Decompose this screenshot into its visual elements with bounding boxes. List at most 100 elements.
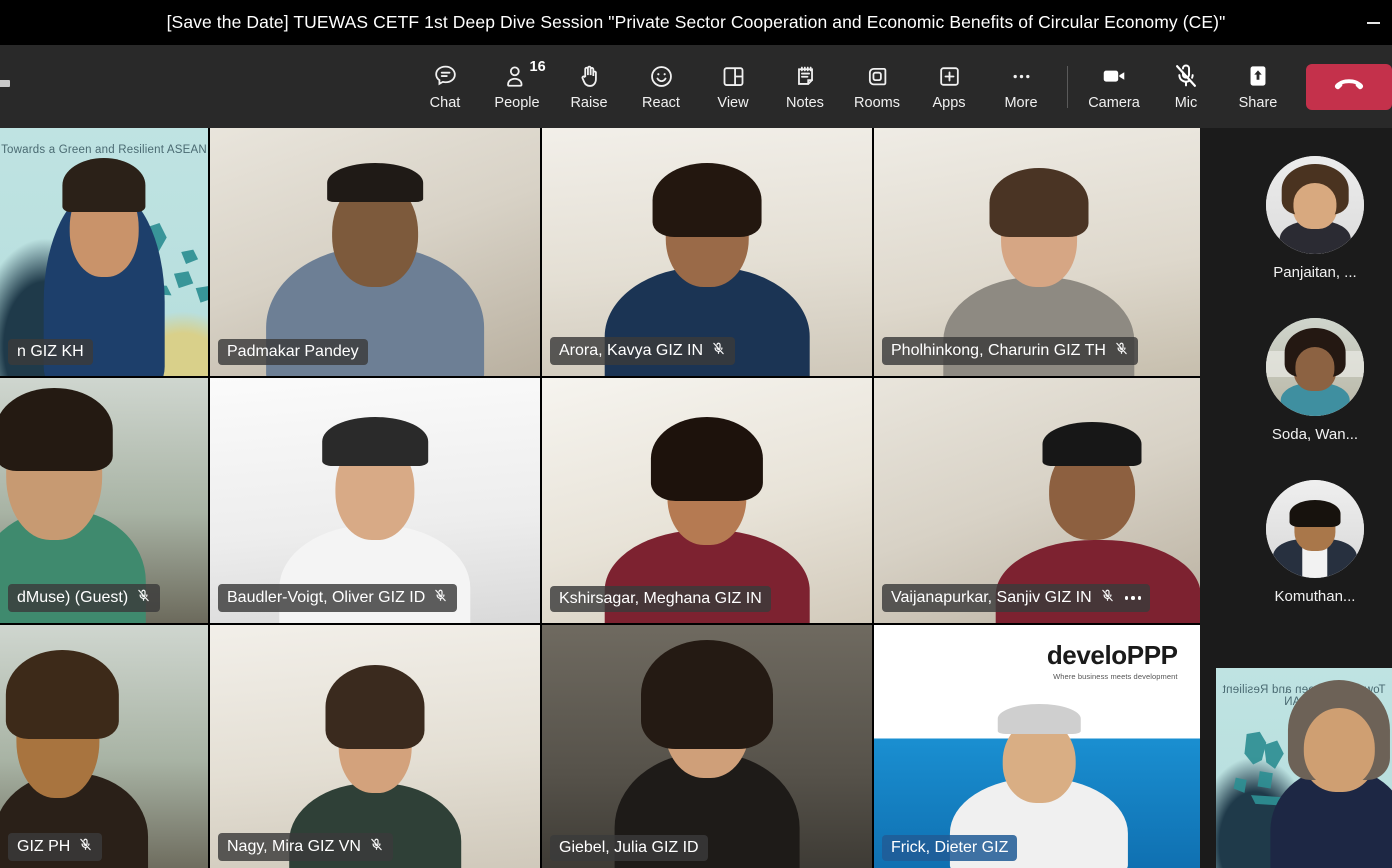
tile-name-pill: Arora, Kavya GIZ IN [550,337,736,365]
participant-name: Vaijanapurkar, Sanjiv GIZ IN [891,588,1092,606]
participant-hair [0,387,113,472]
participant-name: Nagy, Mira GIZ VN [227,837,361,855]
share-button[interactable]: Share [1222,51,1294,123]
video-tile-active-speaker[interactable]: Giebel, Julia GIZ ID [542,625,872,868]
rail-overflow-video-tile[interactable]: Towards a Green and Resilient ASEAN [1216,668,1392,868]
breakout-rooms-button[interactable]: Rooms [841,51,913,123]
collapsed-panel-handle[interactable] [0,80,10,87]
people-button[interactable]: 16 People [481,51,553,123]
participant-hair [652,162,762,238]
apps-button[interactable]: Apps [913,51,985,123]
video-tile[interactable]: Pholhinkong, Charurin GIZ TH [874,128,1200,376]
camera-icon [1100,62,1128,90]
participant-name: GIZ PH [17,837,71,855]
video-tile[interactable]: Arora, Kavya GIZ IN [542,128,872,376]
mic-off-icon [1114,341,1129,361]
rail-participant[interactable]: Komuthan... [1200,480,1392,642]
tile-video-frame [542,625,872,868]
participant-name: dMuse) (Guest) [17,588,129,606]
view-label: View [717,95,749,112]
participant-hair [997,704,1081,734]
video-tile[interactable]: Nagy, Mira GIZ VN [210,625,540,868]
tile-name-pill: dMuse) (Guest) [8,584,161,612]
tile-name-pill: Nagy, Mira GIZ VN [218,833,393,861]
react-button[interactable]: React [625,51,697,123]
people-icon: 16 [504,60,546,90]
chat-label: Chat [429,95,461,112]
mic-off-icon [433,588,448,608]
leave-call-button[interactable] [1306,63,1392,110]
participant-headset [322,417,428,467]
chat-icon [432,62,459,90]
avatar [1266,318,1364,416]
share-arrow-icon [1244,62,1272,90]
apps-plus-icon [936,62,963,90]
participant-hair [325,664,425,749]
video-tile[interactable]: Towards a Green and Resilient ASEAN n GI… [0,128,208,376]
tile-name-pill: n GIZ KH [8,338,93,365]
participant-overflow-rail: Panjaitan, ... Soda, Wan... Komuthan... … [1200,128,1392,868]
rail-participant-name: Panjaitan, ... [1273,264,1357,281]
apps-label: Apps [932,95,966,112]
participant-name: Pholhinkong, Charurin GIZ TH [891,341,1106,359]
toolbar-action-group: Chat 16 People Raise React View Notes Ro… [409,45,1392,128]
tile-name-pill: Frick, Dieter GIZ [882,834,1018,861]
notes-icon [792,62,819,90]
more-label: More [1004,95,1038,112]
avatar [1266,156,1364,254]
minimize-window-button[interactable] [1360,14,1386,32]
participant-hair [6,649,119,739]
participant-face [1303,708,1375,788]
video-tile[interactable]: Baudler-Voigt, Oliver GIZ ID [210,378,540,623]
developpp-logo: develoPPP Where business meets developme… [1047,642,1178,681]
toolbar-divider [1067,65,1068,108]
camera-label: Camera [1088,95,1140,112]
developpp-tagline: Where business meets development [1053,672,1178,682]
more-options-button[interactable]: More [985,51,1057,123]
participant-name: Arora, Kavya GIZ IN [559,341,704,359]
mic-off-icon [1172,62,1200,90]
view-button[interactable]: View [697,51,769,123]
mic-off-icon [78,837,93,857]
react-smiley-icon [648,62,675,90]
notes-button[interactable]: Notes [769,51,841,123]
raise-hand-label: Raise [570,95,608,112]
asean-slide-title: Towards a Green and Resilient ASEAN [1,144,207,156]
more-ellipsis-icon [1008,62,1035,90]
tile-name-pill: Pholhinkong, Charurin GIZ TH [882,337,1138,365]
mic-label: Mic [1174,95,1198,112]
avatar [1266,480,1364,578]
video-tile[interactable]: dMuse) (Guest) [0,378,208,623]
tile-name-pill: Baudler-Voigt, Oliver GIZ ID [218,584,458,612]
chat-button[interactable]: Chat [409,51,481,123]
video-tile[interactable]: Kshirsagar, Meghana GIZ IN [542,378,872,623]
participant-name: Giebel, Julia GIZ ID [559,838,699,856]
participant-hair [650,417,764,501]
rail-participant[interactable]: Panjaitan, ... [1200,156,1392,318]
breakout-rooms-icon [864,62,891,90]
tile-video-frame: develoPPP Where business meets developme… [874,625,1200,868]
meeting-stage: Towards a Green and Resilient ASEAN n GI… [0,128,1392,868]
people-label: People [494,95,540,112]
tile-name-pill: Kshirsagar, Meghana GIZ IN [550,585,771,612]
raise-hand-icon [576,62,603,90]
mic-off-icon [136,588,151,608]
toolbar-left-spacer [0,45,409,128]
video-tile[interactable]: Padmakar Pandey [210,128,540,376]
video-tile[interactable]: develoPPP Where business meets developme… [874,625,1200,868]
participant-name: Kshirsagar, Meghana GIZ IN [559,589,762,607]
notes-label: Notes [786,95,824,112]
rail-participant[interactable]: Soda, Wan... [1200,318,1392,480]
tile-name-pill: Giebel, Julia GIZ ID [550,834,708,861]
title-bar: [Save the Date] TUEWAS CETF 1st Deep Div… [0,0,1392,45]
react-label: React [642,95,680,112]
tile-more-options-icon[interactable] [1123,596,1142,600]
view-layout-icon [720,62,747,90]
participant-name: Padmakar Pandey [227,342,359,360]
mic-toggle-button[interactable]: Mic [1150,51,1222,123]
raise-hand-button[interactable]: Raise [553,51,625,123]
video-tile[interactable]: GIZ PH [0,625,208,868]
tile-name-pill: Padmakar Pandey [218,338,368,365]
camera-toggle-button[interactable]: Camera [1078,51,1150,123]
video-tile[interactable]: Vaijanapurkar, Sanjiv GIZ IN [874,378,1200,623]
